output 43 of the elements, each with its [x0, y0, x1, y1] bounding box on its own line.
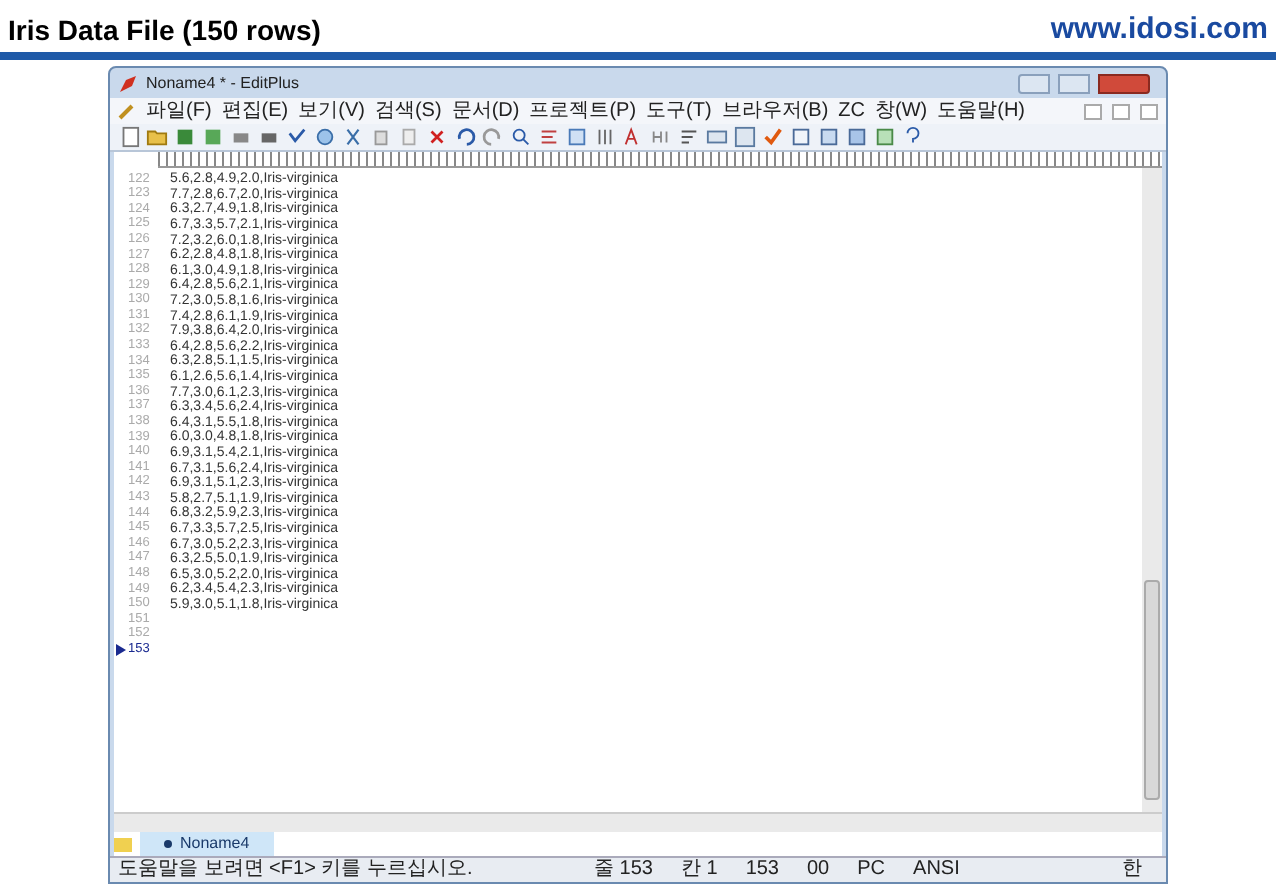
- minimize-button[interactable]: [1018, 73, 1050, 93]
- mdi-restore-button[interactable]: [1112, 103, 1130, 119]
- ime-indicator: 한: [1122, 860, 1142, 880]
- app-icon: [118, 73, 138, 93]
- maximize-button[interactable]: [1058, 73, 1090, 93]
- status-field: 줄 153: [594, 860, 653, 880]
- menu-item[interactable]: 브라우저(B): [721, 101, 829, 121]
- undo-icon[interactable]: [454, 126, 476, 148]
- website-url: www.idosi.com: [1050, 9, 1268, 49]
- status-field: PC: [857, 860, 886, 880]
- status-message: 도움말을 보려면 <F1> 키를 누르십시오.: [118, 860, 475, 880]
- status-field: 칸 1: [680, 860, 718, 880]
- menu-item[interactable]: 창(W): [875, 101, 928, 121]
- scrollbar-thumb[interactable]: [1144, 580, 1160, 800]
- menu-item[interactable]: ZC: [838, 101, 866, 121]
- menu-item[interactable]: 도움말(H): [937, 101, 1026, 121]
- menu-item[interactable]: 편집(E): [221, 101, 289, 121]
- modified-dot-icon: [164, 840, 172, 848]
- menu-item[interactable]: 프로젝트(P): [529, 101, 637, 121]
- menu-item[interactable]: 문서(D): [451, 101, 520, 121]
- window-title: Noname4 * - EditPlus: [146, 71, 301, 95]
- search-icon[interactable]: [510, 126, 532, 148]
- pencil-icon: [118, 102, 136, 120]
- close-button[interactable]: [1098, 73, 1150, 93]
- menu-item[interactable]: 검색(S): [374, 101, 442, 121]
- current-line-marker-icon: [116, 644, 126, 657]
- horizontal-scrollbar[interactable]: [114, 812, 1162, 832]
- check-icon[interactable]: [762, 126, 784, 148]
- menu-item[interactable]: 보기(V): [298, 101, 365, 121]
- vertical-scrollbar[interactable]: [1142, 168, 1162, 812]
- menu-item[interactable]: 파일(F): [146, 101, 212, 121]
- mdi-minimize-button[interactable]: [1084, 103, 1102, 119]
- new-file-icon[interactable]: [118, 126, 140, 148]
- help-icon[interactable]: [902, 126, 924, 148]
- mdi-close-button[interactable]: [1140, 103, 1158, 119]
- delete-icon[interactable]: [426, 126, 448, 148]
- status-field: 00: [807, 860, 830, 880]
- slide-title: Iris Data File (150 rows): [8, 12, 321, 50]
- status-field: ANSI: [913, 860, 960, 880]
- status-field: 153: [745, 860, 779, 880]
- redo-icon[interactable]: [482, 126, 504, 148]
- menu-item[interactable]: 도구(T): [646, 101, 712, 121]
- document-tab[interactable]: Noname4: [140, 832, 274, 856]
